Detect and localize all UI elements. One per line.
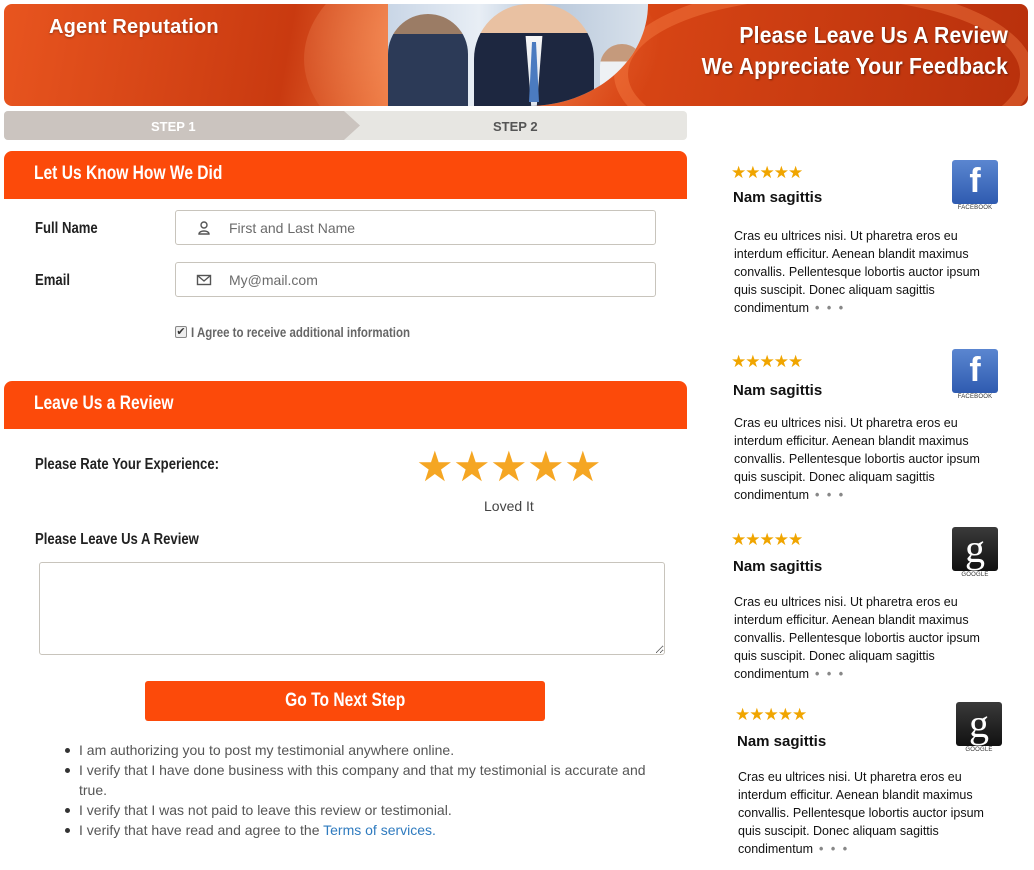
review-card: ★★★★★ Nam sagittis g GOOGLE Cras eu ultr… bbox=[735, 701, 1005, 866]
review-source-label: GOOGLE bbox=[961, 572, 989, 578]
reviewer-name: Nam sagittis bbox=[737, 733, 827, 750]
review-stars: ★★★★★ bbox=[731, 163, 803, 182]
review-stars: ★★★★★ bbox=[735, 705, 807, 724]
google-icon[interactable]: g GOOGLE bbox=[952, 526, 998, 579]
next-step-button[interactable]: Go To Next Step bbox=[145, 681, 545, 721]
step-progress: STEP 1 STEP 2 bbox=[4, 111, 687, 140]
review-card: ★★★★★ Nam sagittis f FACEBOOK Cras eu ul… bbox=[731, 349, 1001, 513]
banner-subheadline: We Appreciate Your Feedback bbox=[701, 53, 1008, 79]
review-text: Cras eu ultrices nisi. Ut pharetra eros … bbox=[734, 416, 980, 502]
reviewer-name: Nam sagittis bbox=[733, 189, 823, 206]
review-body: Cras eu ultrices nisi. Ut pharetra eros … bbox=[734, 593, 996, 683]
review-stars: ★★★★★ bbox=[731, 352, 803, 371]
rate-experience-label: Please Rate Your Experience: bbox=[35, 456, 220, 473]
terms-item: I am authorizing you to post my testimon… bbox=[65, 740, 664, 760]
business-handshake-photo bbox=[388, 4, 648, 106]
rating-caption: Loved It bbox=[484, 498, 534, 514]
read-more-dots[interactable]: • • • bbox=[815, 301, 845, 315]
review-body: Cras eu ultrices nisi. Ut pharetra eros … bbox=[738, 768, 1000, 858]
step-2-label: STEP 2 bbox=[493, 119, 538, 134]
reviewer-name: Nam sagittis bbox=[733, 558, 823, 575]
agree-checkbox[interactable]: ✔ bbox=[175, 326, 187, 338]
full-name-field[interactable] bbox=[175, 210, 656, 245]
read-more-dots[interactable]: • • • bbox=[815, 488, 845, 502]
review-card: ★★★★★ Nam sagittis f FACEBOOK Cras eu ul… bbox=[731, 160, 1001, 324]
review-textarea[interactable] bbox=[39, 562, 665, 655]
review-section-title: Leave Us a Review bbox=[34, 393, 174, 414]
review-section-header: Leave Us a Review bbox=[4, 381, 687, 429]
review-body: Cras eu ultrices nisi. Ut pharetra eros … bbox=[734, 227, 996, 317]
agree-label: I Agree to receive additional informatio… bbox=[191, 324, 411, 340]
terms-of-service-link[interactable]: Terms of services. bbox=[323, 822, 436, 838]
review-source-label: FACEBOOK bbox=[957, 205, 993, 211]
contact-section-header: Let Us Know How We Did bbox=[4, 151, 687, 199]
terms-item: I verify that have read and agree to the… bbox=[65, 820, 664, 840]
review-label: Please Leave Us A Review bbox=[35, 531, 199, 548]
brand-logo: Agent Reputation bbox=[49, 16, 219, 38]
star-icon[interactable]: ★ bbox=[490, 446, 528, 488]
review-source-label: GOOGLE bbox=[965, 747, 993, 753]
star-icon[interactable]: ★ bbox=[564, 446, 602, 488]
reviewer-name: Nam sagittis bbox=[733, 382, 823, 399]
step-1-label: STEP 1 bbox=[151, 119, 196, 134]
review-text: Cras eu ultrices nisi. Ut pharetra eros … bbox=[734, 229, 980, 315]
read-more-dots[interactable]: • • • bbox=[819, 842, 849, 856]
email-input[interactable] bbox=[229, 263, 649, 296]
terms-list: I am authorizing you to post my testimon… bbox=[65, 740, 664, 840]
review-stars: ★★★★★ bbox=[731, 530, 803, 549]
review-text: Cras eu ultrices nisi. Ut pharetra eros … bbox=[734, 595, 980, 681]
user-icon bbox=[198, 221, 210, 235]
email-label: Email bbox=[35, 272, 71, 289]
review-text: Cras eu ultrices nisi. Ut pharetra eros … bbox=[738, 770, 984, 856]
review-body: Cras eu ultrices nisi. Ut pharetra eros … bbox=[734, 414, 996, 504]
facebook-icon[interactable]: f FACEBOOK bbox=[952, 160, 998, 212]
photo-person bbox=[600, 44, 644, 106]
read-more-dots[interactable]: • • • bbox=[815, 667, 845, 681]
terms-item: I verify that I have done business with … bbox=[65, 760, 664, 800]
terms-item: I verify that I was not paid to leave th… bbox=[65, 800, 664, 820]
photo-person bbox=[388, 14, 468, 106]
terms-item-text: I verify that have read and agree to the bbox=[79, 822, 324, 838]
next-step-button-label: Go To Next Step bbox=[284, 690, 406, 711]
banner-headline: Please Leave Us A Review bbox=[739, 22, 1008, 48]
rating-stars[interactable]: ★ ★ ★ ★ ★ bbox=[416, 446, 602, 488]
star-icon[interactable]: ★ bbox=[453, 446, 491, 488]
mail-icon bbox=[196, 274, 212, 286]
full-name-input[interactable] bbox=[229, 211, 649, 244]
contact-section-title: Let Us Know How We Did bbox=[34, 163, 223, 184]
header-banner: Agent Reputation Please Leave Us A Revie… bbox=[4, 4, 1028, 106]
star-icon[interactable]: ★ bbox=[416, 446, 454, 488]
review-source-label: FACEBOOK bbox=[957, 394, 993, 400]
facebook-icon[interactable]: f FACEBOOK bbox=[952, 349, 998, 401]
full-name-label: Full Name bbox=[35, 220, 98, 237]
star-icon[interactable]: ★ bbox=[527, 446, 565, 488]
review-card: ★★★★★ Nam sagittis g GOOGLE Cras eu ultr… bbox=[731, 526, 1001, 691]
email-field[interactable] bbox=[175, 262, 656, 297]
google-icon[interactable]: g GOOGLE bbox=[956, 701, 1002, 754]
